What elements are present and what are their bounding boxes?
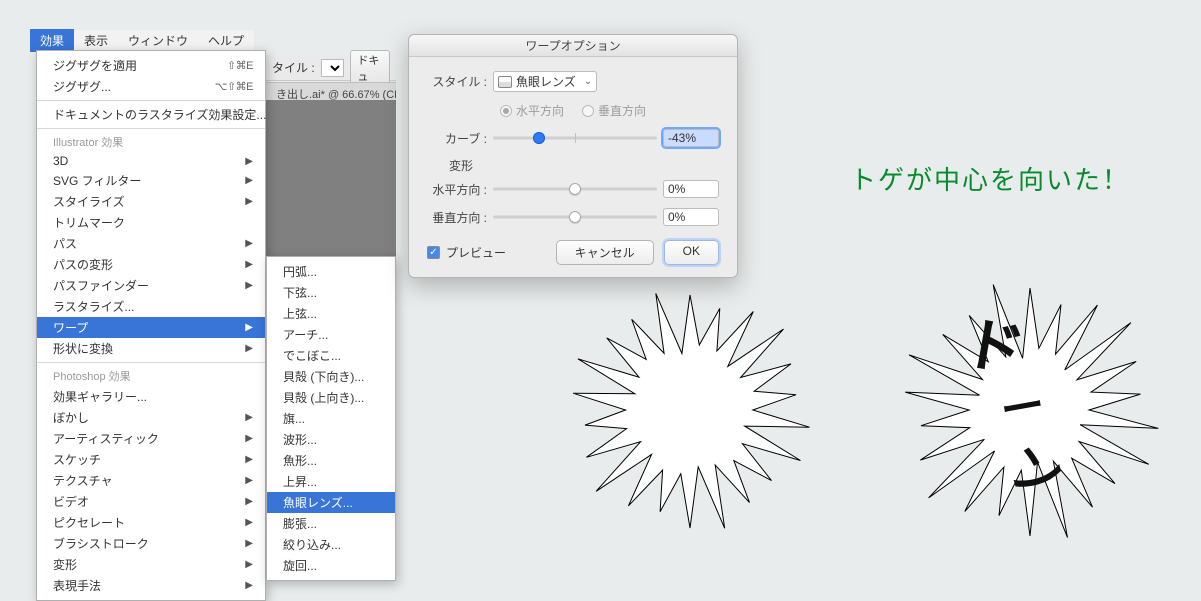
menu-item-path[interactable]: パス▶ xyxy=(37,233,265,254)
menu-view[interactable]: 表示 xyxy=(74,29,118,52)
warp-arc[interactable]: 円弧... xyxy=(267,261,395,282)
bend-label: カーブ : xyxy=(427,130,487,147)
warp-bulge[interactable]: でこぼこ... xyxy=(267,345,395,366)
group-header-photoshop: Photoshop 効果 xyxy=(37,366,265,386)
menu-item-stylize-ps[interactable]: 表現手法▶ xyxy=(37,575,265,596)
tile-style-label: タイル : xyxy=(272,59,315,76)
document-setup-button[interactable]: ドキュ xyxy=(350,50,390,86)
menu-item-convert-shape[interactable]: 形状に変換▶ xyxy=(37,338,265,359)
effects-dropdown: ジグザグを適用 ⇧⌘E ジグザグ... ⌥⇧⌘E ドキュメントのラスタライズ効果… xyxy=(36,50,266,601)
warp-shell-lower[interactable]: 貝殻 (下向き)... xyxy=(267,366,395,387)
vdist-slider[interactable] xyxy=(493,210,657,224)
group-header-illustrator: Illustrator 効果 xyxy=(37,132,265,152)
warp-twist[interactable]: 旋回... xyxy=(267,555,395,576)
bend-value-input[interactable]: -43% xyxy=(663,129,719,147)
menu-item-brush-strokes[interactable]: ブラシストローク▶ xyxy=(37,533,265,554)
warp-fish[interactable]: 魚形... xyxy=(267,450,395,471)
menu-item-trim-marks[interactable]: トリムマーク xyxy=(37,212,265,233)
menu-item-pixelate[interactable]: ピクセレート▶ xyxy=(37,512,265,533)
menu-item-effect-gallery[interactable]: 効果ギャラリー... xyxy=(37,386,265,407)
warp-rise[interactable]: 上昇... xyxy=(267,471,395,492)
menu-item-sketch[interactable]: スケッチ▶ xyxy=(37,449,265,470)
menu-item-svg-filter[interactable]: SVG フィルター▶ xyxy=(37,170,265,191)
menu-item-blur[interactable]: ぼかし▶ xyxy=(37,407,265,428)
warp-fisheye[interactable]: 魚眼レンズ... xyxy=(267,492,395,513)
starburst-left xyxy=(565,260,815,560)
menu-item-zigzag[interactable]: ジグザグ... ⌥⇧⌘E xyxy=(37,76,265,97)
warp-squeeze[interactable]: 絞り込み... xyxy=(267,534,395,555)
warp-inflate[interactable]: 膨張... xyxy=(267,513,395,534)
fisheye-icon xyxy=(498,76,512,88)
bend-slider[interactable] xyxy=(493,131,657,145)
menu-item-distort-transform[interactable]: パスの変形▶ xyxy=(37,254,265,275)
preview-checkbox[interactable]: ✓ プレビュー xyxy=(427,244,506,261)
menu-item-pathfinder[interactable]: パスファインダー▶ xyxy=(37,275,265,296)
hdist-label: 水平方向 : xyxy=(427,181,487,198)
warp-shell-upper[interactable]: 貝殻 (上向き)... xyxy=(267,387,395,408)
chevron-down-icon: ⌄ xyxy=(584,76,592,87)
tile-style-select[interactable] xyxy=(321,59,345,77)
warp-options-dialog: ワープオプション スタイル : 魚眼レンズ ⌄ 水平方向 垂直方向 カーブ : xyxy=(408,34,738,278)
warp-wave[interactable]: 波形... xyxy=(267,429,395,450)
menu-item-rasterize[interactable]: ラスタライズ... xyxy=(37,296,265,317)
warp-style-select[interactable]: 魚眼レンズ ⌄ xyxy=(493,71,597,92)
orientation-horizontal-radio[interactable]: 水平方向 xyxy=(500,102,564,119)
menu-item-3d[interactable]: 3D▶ xyxy=(37,152,265,170)
warp-arch[interactable]: アーチ... xyxy=(267,324,395,345)
menu-item-doc-raster-settings[interactable]: ドキュメントのラスタライズ効果設定... xyxy=(37,104,265,125)
distortion-header: 変形 xyxy=(449,157,719,174)
menu-item-warp[interactable]: ワープ▶ xyxy=(37,317,265,338)
warp-flag[interactable]: 旗... xyxy=(267,408,395,429)
orientation-vertical-radio[interactable]: 垂直方向 xyxy=(582,102,646,119)
menu-help[interactable]: ヘルプ xyxy=(198,29,254,52)
warp-submenu: 円弧... 下弦... 上弦... アーチ... でこぼこ... 貝殻 (下向き… xyxy=(266,256,396,581)
annotation-text: トゲが中心を向いた！ xyxy=(850,160,1130,197)
style-label: スタイル : xyxy=(427,73,487,90)
warp-arc-lower[interactable]: 下弦... xyxy=(267,282,395,303)
dialog-title: ワープオプション xyxy=(409,35,737,57)
menu-item-stylize[interactable]: スタイライズ▶ xyxy=(37,191,265,212)
menu-effects[interactable]: 効果 xyxy=(30,29,74,52)
menu-window[interactable]: ウィンドウ xyxy=(118,29,198,52)
hdist-value-input[interactable]: 0% xyxy=(663,180,719,198)
warp-arc-upper[interactable]: 上弦... xyxy=(267,303,395,324)
menu-item-distort[interactable]: 変形▶ xyxy=(37,554,265,575)
menu-item-texture[interactable]: テクスチャ▶ xyxy=(37,470,265,491)
vdist-label: 垂直方向 : xyxy=(427,209,487,226)
hdist-slider[interactable] xyxy=(493,182,657,196)
menu-item-artistic[interactable]: アーティスティック▶ xyxy=(37,428,265,449)
toolbar-fragment: タイル : ドキュ xyxy=(266,55,396,81)
menu-item-video[interactable]: ビデオ▶ xyxy=(37,491,265,512)
vdist-value-input[interactable]: 0% xyxy=(663,208,719,226)
menu-bar: 効果 表示 ウィンドウ ヘルプ xyxy=(30,30,254,50)
menu-item-apply-zigzag[interactable]: ジグザグを適用 ⇧⌘E xyxy=(37,55,265,76)
